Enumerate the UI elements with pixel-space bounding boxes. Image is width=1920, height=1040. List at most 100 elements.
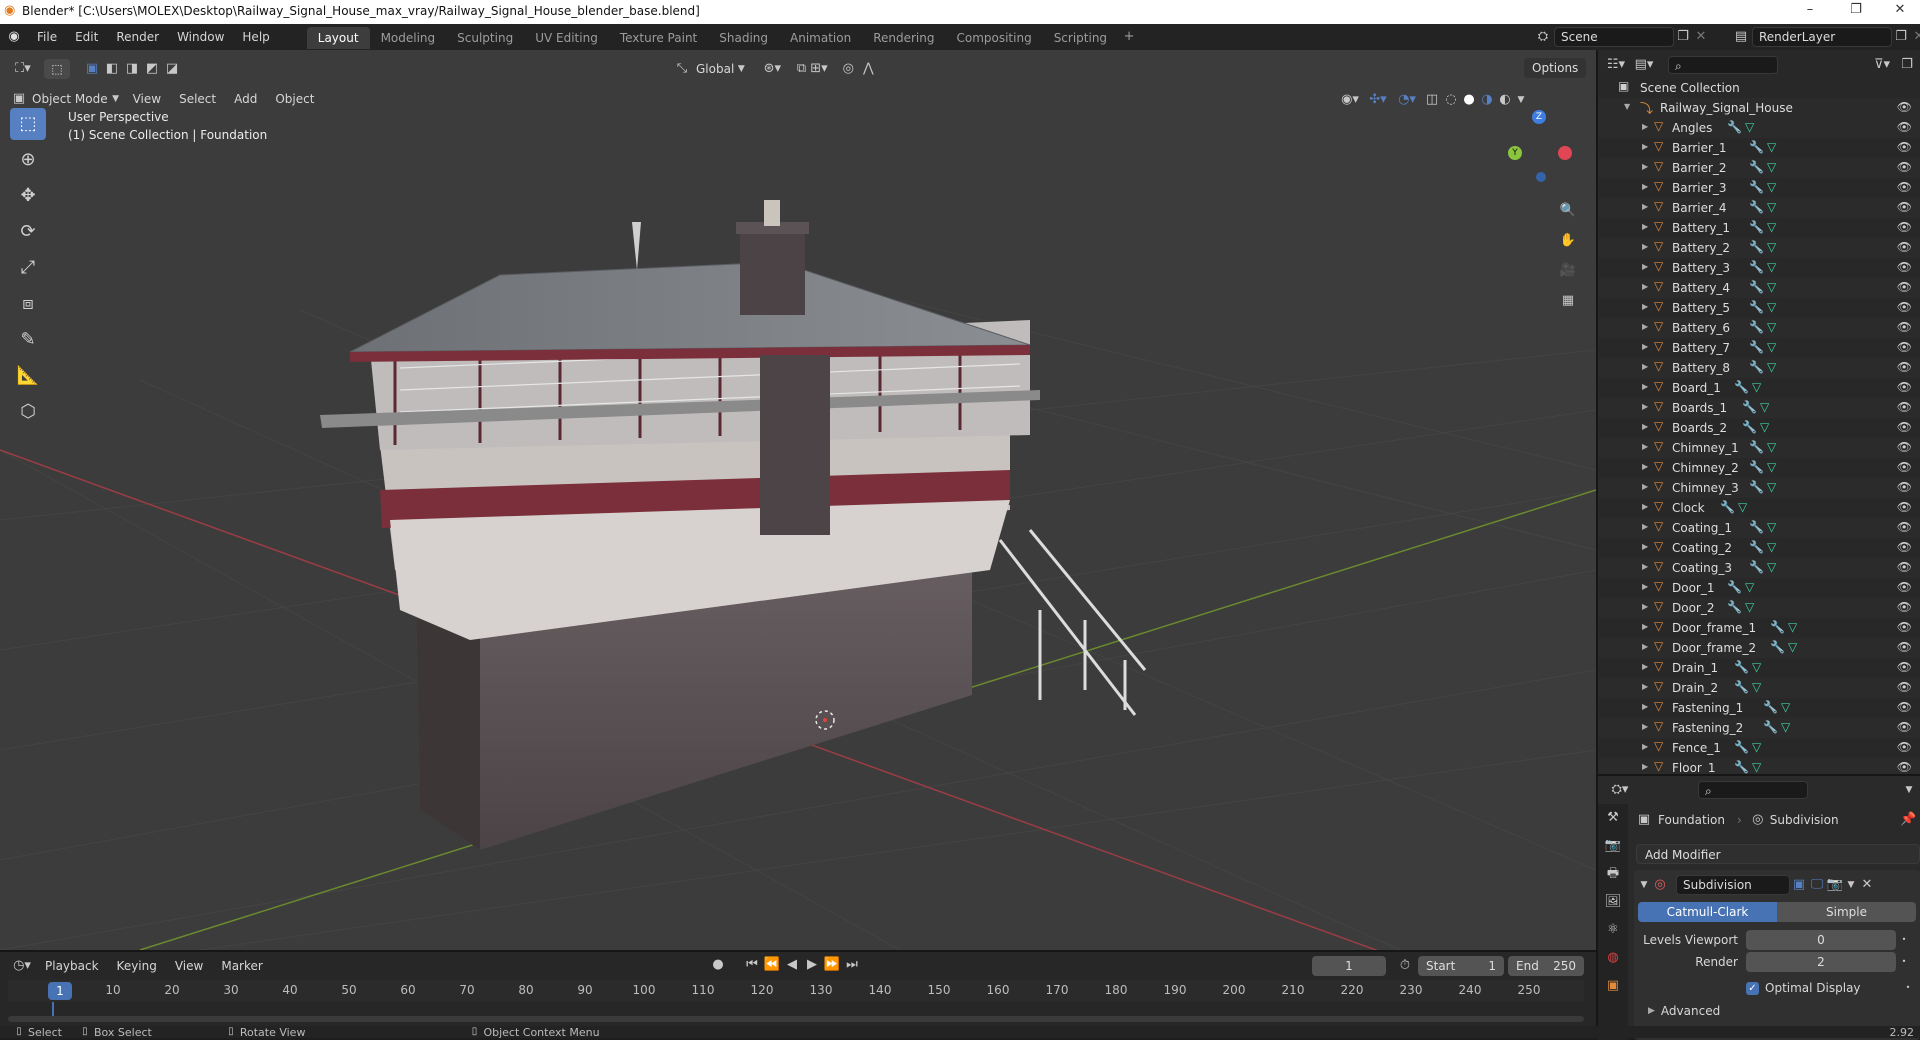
expand-chevron-icon[interactable]: ▶ — [1642, 182, 1652, 191]
object-mode-icon[interactable]: ▣ — [10, 89, 28, 109]
mesh-data-icon[interactable]: ▽ — [1752, 660, 1761, 674]
expand-chevron-icon[interactable]: ▶ — [1642, 142, 1652, 151]
tree-item-object[interactable]: ▶ ▽ Battery_3 🔧 ▽ 👁 — [1598, 258, 1920, 278]
snap-icon[interactable]: ⧉ ⊞▾ — [790, 59, 834, 79]
tab-scripting[interactable]: Scripting — [1043, 27, 1118, 49]
expand-chevron-icon[interactable]: ▶ — [1642, 642, 1652, 651]
tree-item-object[interactable]: ▶ ▽ Barrier_3 🔧 ▽ 👁 — [1598, 178, 1920, 198]
modifier-wrench-icon[interactable]: 🔧 — [1749, 260, 1764, 274]
modifier-wrench-icon[interactable]: 🔧 — [1734, 380, 1749, 394]
add-modifier-dropdown[interactable]: Add Modifier — [1636, 844, 1920, 864]
expand-chevron-icon[interactable]: ▶ — [1642, 442, 1652, 451]
eye-icon[interactable]: 👁 — [1897, 240, 1912, 254]
tree-item-object[interactable]: ▶ ▽ Boards_2 🔧 ▽ 👁 — [1598, 418, 1920, 438]
mesh-data-icon[interactable]: ▽ — [1767, 240, 1776, 254]
modifier-wrench-icon[interactable]: 🔧 — [1749, 360, 1764, 374]
mesh-data-icon[interactable]: ▽ — [1767, 180, 1776, 194]
mesh-data-icon[interactable]: ▽ — [1760, 400, 1769, 414]
eye-icon[interactable]: 👁 — [1897, 560, 1912, 574]
tree-item-object[interactable]: ▶ ▽ Floor_1 🔧 ▽ 👁 — [1598, 758, 1920, 774]
filter-icon[interactable]: ⊽▾ — [1868, 55, 1896, 75]
modifier-wrench-icon[interactable]: 🔧 — [1763, 720, 1778, 734]
eye-icon[interactable]: 👁 — [1897, 540, 1912, 554]
expand-chevron-icon[interactable]: ▶ — [1642, 682, 1652, 691]
display-mode-icon[interactable]: ▤▾ — [1630, 55, 1658, 75]
tree-item-object[interactable]: ▶ ▽ Board_1 🔧 ▽ 👁 — [1598, 378, 1920, 398]
transform-tool[interactable]: ⧈ — [10, 288, 46, 320]
eye-icon[interactable]: 👁 — [1897, 200, 1912, 214]
tree-item-object[interactable]: ▶ ▽ Door_1 🔧 ▽ 👁 — [1598, 578, 1920, 598]
tree-item-object[interactable]: ▶ ▽ Coating_2 🔧 ▽ 👁 — [1598, 538, 1920, 558]
xray-icon[interactable]: ◫ — [1422, 90, 1442, 110]
tree-item-object[interactable]: ▶ ▽ Barrier_4 🔧 ▽ 👁 — [1598, 198, 1920, 218]
eye-icon[interactable]: 👁 — [1897, 760, 1912, 774]
timeline-editor-icon[interactable]: ◷▾ — [8, 956, 36, 976]
simple-button[interactable]: Simple — [1777, 902, 1916, 922]
expand-chevron-icon[interactable]: ▶ — [1642, 602, 1652, 611]
camera-view-icon[interactable]: 🎥 — [1556, 256, 1580, 286]
blender-menu-icon[interactable]: ◉ — [0, 27, 28, 47]
modifier-wrench-icon[interactable]: 🔧 — [1749, 480, 1764, 494]
tab-shading[interactable]: Shading — [708, 27, 779, 49]
advanced-subpanel[interactable]: ▶ Advanced — [1648, 1004, 1720, 1018]
tree-item-collection[interactable]: ▼ ⤵ Railway_Signal_House 👁 — [1598, 98, 1920, 118]
tree-item-object[interactable]: ▶ ▽ Barrier_1 🔧 ▽ 👁 — [1598, 138, 1920, 158]
view-layer-tab-icon[interactable]: 🖼 — [1598, 888, 1628, 916]
expand-chevron-icon[interactable]: ▶ — [1642, 542, 1652, 551]
expand-chevron-icon[interactable]: ▶ — [1648, 1006, 1655, 1016]
tree-item-object[interactable]: ▶ ▽ Battery_8 🔧 ▽ 👁 — [1598, 358, 1920, 378]
pin-icon[interactable]: 📌 — [1900, 810, 1916, 830]
modifier-wrench-icon[interactable]: 🔧 — [1749, 320, 1764, 334]
material-shading-icon[interactable]: ◑ — [1478, 90, 1496, 110]
wireframe-shading-icon[interactable]: ◌ — [1442, 90, 1460, 110]
expand-chevron-icon[interactable]: ▼ — [1624, 102, 1634, 111]
mesh-data-icon[interactable]: ▽ — [1752, 760, 1761, 774]
menu-render[interactable]: Render — [107, 24, 168, 50]
eye-icon[interactable]: 👁 — [1897, 600, 1912, 614]
modifier-wrench-icon[interactable]: 🔧 — [1749, 560, 1764, 574]
play-reverse-icon[interactable]: ◀ — [782, 955, 802, 975]
modifier-wrench-icon[interactable]: 🔧 — [1763, 700, 1778, 714]
chevron-down-icon[interactable]: ▼ — [734, 59, 748, 79]
modifier-wrench-icon[interactable]: 🔧 — [1749, 280, 1764, 294]
navigation-gizmo[interactable]: Z Y — [1500, 110, 1580, 190]
tree-item-object[interactable]: ▶ ▽ Battery_2 🔧 ▽ 👁 — [1598, 238, 1920, 258]
modifier-wrench-icon[interactable]: 🔧 — [1749, 220, 1764, 234]
expand-chevron-icon[interactable]: ▶ — [1642, 662, 1652, 671]
mesh-data-icon[interactable]: ▽ — [1767, 480, 1776, 494]
tree-item-object[interactable]: ▶ ▽ Battery_5 🔧 ▽ 👁 — [1598, 298, 1920, 318]
eye-icon[interactable]: 👁 — [1897, 220, 1912, 234]
expand-chevron-icon[interactable]: ▶ — [1642, 342, 1652, 351]
modifier-wrench-icon[interactable]: 🔧 — [1727, 120, 1742, 134]
tree-item-object[interactable]: ▶ ▽ Door_frame_1 🔧 ▽ 👁 — [1598, 618, 1920, 638]
proportional-edit-icon[interactable]: ◎ — [838, 59, 858, 79]
next-keyframe-icon[interactable]: ⏩ — [822, 955, 842, 975]
rendered-shading-icon[interactable]: ◐ — [1496, 90, 1514, 110]
modifier-name-field[interactable]: Subdivision — [1676, 875, 1790, 895]
expand-chevron-icon[interactable]: ▶ — [1642, 122, 1652, 131]
playhead[interactable]: 1 — [48, 982, 72, 1000]
frame-ruler[interactable]: 10 20 30 40 50 60 70 80 90 100 110 120 130 140 150 160 1… — [8, 980, 1584, 1002]
orientation-icon[interactable]: ⤡ — [672, 59, 692, 79]
properties-search-input[interactable]: ⌕ — [1698, 781, 1808, 799]
eye-icon[interactable]: 👁 — [1897, 620, 1912, 634]
output-tab-icon[interactable]: 🖶 — [1598, 860, 1628, 888]
props-chevron-icon[interactable]: ▼ — [1902, 780, 1916, 800]
mesh-data-icon[interactable]: ▽ — [1767, 320, 1776, 334]
eye-icon[interactable]: 👁 — [1897, 660, 1912, 674]
expand-chevron-icon[interactable]: ▶ — [1642, 742, 1652, 751]
scale-tool[interactable]: ⤢ — [10, 252, 46, 284]
viewport-toggle-icon[interactable]: 🖵 — [1808, 875, 1826, 895]
zoom-icon[interactable]: 🔍 — [1556, 196, 1580, 226]
expand-chevron-icon[interactable]: ▶ — [1642, 242, 1652, 251]
delete-layer-icon[interactable]: ✕ — [1910, 27, 1920, 47]
remove-modifier-icon[interactable]: ✕ — [1858, 875, 1876, 895]
falloff-icon[interactable]: ⋀ — [858, 59, 878, 79]
expand-chevron-icon[interactable]: ▶ — [1642, 282, 1652, 291]
mesh-data-icon[interactable]: ▽ — [1781, 700, 1790, 714]
tree-item-object[interactable]: ▶ ▽ Chimney_3 🔧 ▽ 👁 — [1598, 478, 1920, 498]
eye-icon[interactable]: 👁 — [1897, 400, 1912, 414]
tab-texture-paint[interactable]: Texture Paint — [609, 27, 708, 49]
tree-item-object[interactable]: ▶ ▽ Battery_4 🔧 ▽ 👁 — [1598, 278, 1920, 298]
eye-icon[interactable]: 👁 — [1897, 340, 1912, 354]
